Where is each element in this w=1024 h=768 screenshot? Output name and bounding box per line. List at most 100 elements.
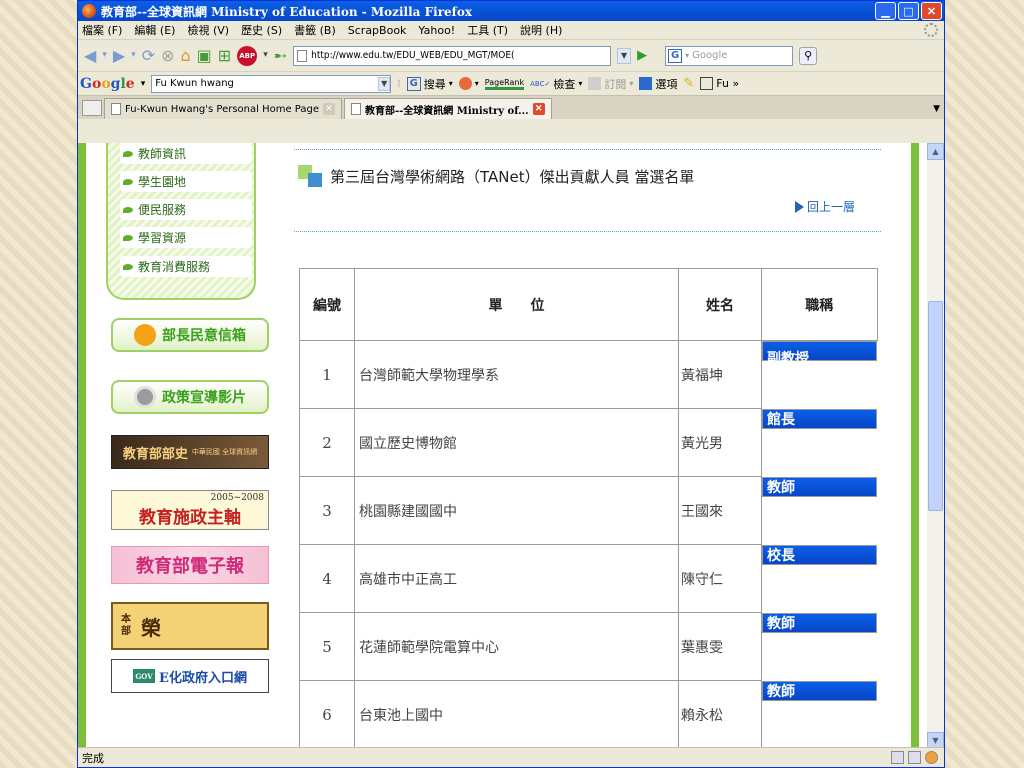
sidebar-item-public-service[interactable]: 便民服務 [120, 199, 252, 220]
minister-mailbox-banner[interactable]: 部長民意信箱 [111, 318, 269, 352]
top-divider [294, 149, 881, 150]
tab-label: 教育部--全球資訊網 Ministry of... [365, 105, 529, 117]
menu-history[interactable]: 歷史 (S) [241, 22, 282, 38]
cell-unit: 高雄市中正高工 [354, 544, 679, 613]
new-tab-button[interactable] [82, 100, 102, 116]
account-button[interactable]: Fu » [700, 77, 739, 90]
close-tab-icon[interactable]: ✕ [323, 103, 335, 115]
education-policy-banner[interactable]: 2005~2008 教育施政主軸 [111, 490, 269, 530]
google-search-value[interactable]: Fu Kwun hwang [155, 78, 234, 89]
close-tab-icon[interactable]: ✕ [532, 103, 545, 115]
stop-icon[interactable]: ⊗ [161, 47, 174, 64]
pagerank-indicator[interactable]: PageRank [484, 78, 525, 90]
status-page-icon[interactable] [891, 751, 904, 764]
forward-dropdown-icon[interactable]: ▾ [131, 51, 136, 60]
page-title: 第三屆台灣學術網路（TANet）傑出貢獻人員 當選名單 [330, 167, 695, 186]
left-green-border [78, 143, 86, 749]
google-toolbar-logo[interactable]: Google [80, 76, 135, 92]
honor-roll-banner[interactable]: 本部榮 [111, 602, 269, 650]
cell-number: 3 [299, 476, 355, 545]
vertical-scrollbar[interactable]: ▲ ▼ [927, 143, 944, 749]
chevron-down-icon: ▾ [578, 79, 583, 88]
banner-small-label: 本部 [121, 614, 131, 637]
google-search-input[interactable]: Fu Kwun hwang ▼ [151, 74, 392, 93]
back-link-label[interactable]: 回上一層 [807, 198, 855, 215]
go-button[interactable]: ▶ [637, 48, 647, 63]
bookmark-manager-icon[interactable]: ▣ [197, 47, 212, 64]
policy-video-banner[interactable]: 政策宣導影片 [111, 380, 269, 414]
adblock-dropdown-icon[interactable]: ▾ [263, 51, 268, 60]
menu-yahoo[interactable]: Yahoo! [418, 24, 455, 37]
epaper-banner[interactable]: 教育部電子報 [111, 546, 269, 584]
chevron-down-icon: ▾ [629, 79, 634, 88]
ministry-history-banner[interactable]: 教育部部史 中華民國 全球資訊網 [111, 435, 269, 469]
url-dropdown-button[interactable]: ▼ [617, 47, 632, 64]
search-box[interactable]: G ▾ Google [665, 45, 794, 66]
reload-icon[interactable]: ⟳ [142, 47, 155, 64]
google-search-dropdown[interactable]: ▼ [378, 76, 391, 91]
sidebar-item-teacher-info[interactable]: 教師資訊 [120, 143, 252, 164]
film-reel-icon [134, 386, 156, 408]
google-engine-icon[interactable]: G [668, 48, 683, 63]
sidebar-item-learning-resources[interactable]: 學習資源 [120, 227, 252, 248]
home-icon[interactable]: ⌂ [181, 47, 191, 64]
menu-view[interactable]: 檢視 (V) [187, 22, 229, 38]
adblock-plus-icon[interactable]: ABP [237, 45, 258, 66]
awardee-table: 編號 單 位 姓名 職稱 1 台灣師範大學物理學系 黃福坤 副教授 2 國立歷史博物館黃… [299, 268, 878, 749]
sidebar-item-student-corner[interactable]: 學生園地 [120, 171, 252, 192]
cell-unit: 桃園縣建國國中 [354, 476, 679, 545]
tab-ministry-of-education[interactable]: 教育部--全球資訊網 Ministry of... ✕ [344, 98, 552, 119]
highlighter-icon: ✎ [683, 76, 695, 91]
url-bar[interactable]: http://www.edu.tw/EDU_WEB/EDU_MGT/MOE( [293, 45, 612, 66]
search-icon[interactable]: ⚲ [799, 46, 818, 65]
maximize-button[interactable]: □ [898, 2, 919, 20]
cell-unit: 台東池上國中 [354, 680, 679, 749]
cell-number: 6 [299, 680, 355, 749]
menu-edit[interactable]: 編輯 (E) [134, 22, 175, 38]
leaf-icon[interactable]: ➸ [274, 47, 287, 64]
banner-label: E化政府入口網 [159, 670, 247, 686]
back-link[interactable]: 回上一層 [795, 198, 855, 215]
options-button[interactable]: 選項 [639, 76, 677, 92]
back-dropdown-icon[interactable]: ▾ [102, 51, 107, 60]
menu-tools[interactable]: 工具 (T) [467, 22, 508, 38]
subscribe-button[interactable]: 訂閱 ▾ [588, 76, 633, 92]
menu-help[interactable]: 說明 (H) [520, 22, 562, 38]
spellcheck-label: 檢查 [553, 77, 576, 91]
menu-scrapbook[interactable]: ScrapBook [348, 24, 407, 37]
menu-file[interactable]: 檔案 (F) [82, 22, 122, 38]
highlight-button[interactable]: ✎ [683, 76, 694, 91]
sidebar-item-education-consumer[interactable]: 教育消費服務 [120, 256, 252, 277]
close-window-button[interactable]: ✕ [921, 2, 942, 20]
tab-label: Fu-Kwun Hwang's Personal Home Page [125, 103, 319, 115]
menu-bookmarks[interactable]: 書籤 (B) [294, 22, 336, 38]
cell-title: 教師 [762, 680, 877, 701]
scroll-up-button[interactable]: ▲ [927, 143, 944, 160]
mailbox-icon [134, 324, 156, 346]
scrollbar-thumb[interactable] [928, 301, 943, 511]
popup-blocker-button[interactable]: ▾ [458, 77, 479, 90]
new-tab-icon[interactable]: ⊞ [218, 47, 231, 64]
google-search-button-label: 搜尋 [423, 77, 446, 91]
search-placeholder[interactable]: Google [692, 50, 727, 61]
spellcheck-button[interactable]: ABC✓ 檢查 ▾ [530, 76, 582, 92]
back-arrow-icon[interactable]: ◀ [84, 47, 96, 64]
url-text[interactable]: http://www.edu.tw/EDU_WEB/EDU_MGT/MOE( [311, 50, 514, 61]
google-g-icon: G [406, 76, 421, 91]
tab-personal-home-page[interactable]: Fu-Kwun Hwang's Personal Home Page ✕ [104, 98, 342, 119]
engine-dropdown-icon[interactable]: ▾ [685, 51, 689, 60]
popup-blocker-icon [458, 77, 472, 90]
egov-portal-banner[interactable]: GOV E化政府入口網 [111, 659, 269, 693]
status-doc-icon[interactable] [908, 751, 921, 764]
menu-bar: 檔案 (F) 編輯 (E) 檢視 (V) 歷史 (S) 書籤 (B) Scrap… [78, 21, 944, 39]
minimize-button[interactable]: ▁ [875, 2, 896, 20]
google-search-button[interactable]: G 搜尋 ▾ [406, 76, 453, 92]
page-icon [297, 49, 308, 62]
google-menu-dropdown-icon[interactable]: ▾ [141, 79, 146, 89]
account-label: Fu » [716, 77, 740, 90]
tab-list-dropdown-icon[interactable]: ▼ [933, 104, 940, 114]
rss-icon [588, 77, 602, 90]
cell-title: 教師 [762, 476, 877, 497]
firefox-status-icon[interactable] [925, 751, 938, 764]
forward-arrow-icon[interactable]: ▶ [113, 47, 125, 64]
